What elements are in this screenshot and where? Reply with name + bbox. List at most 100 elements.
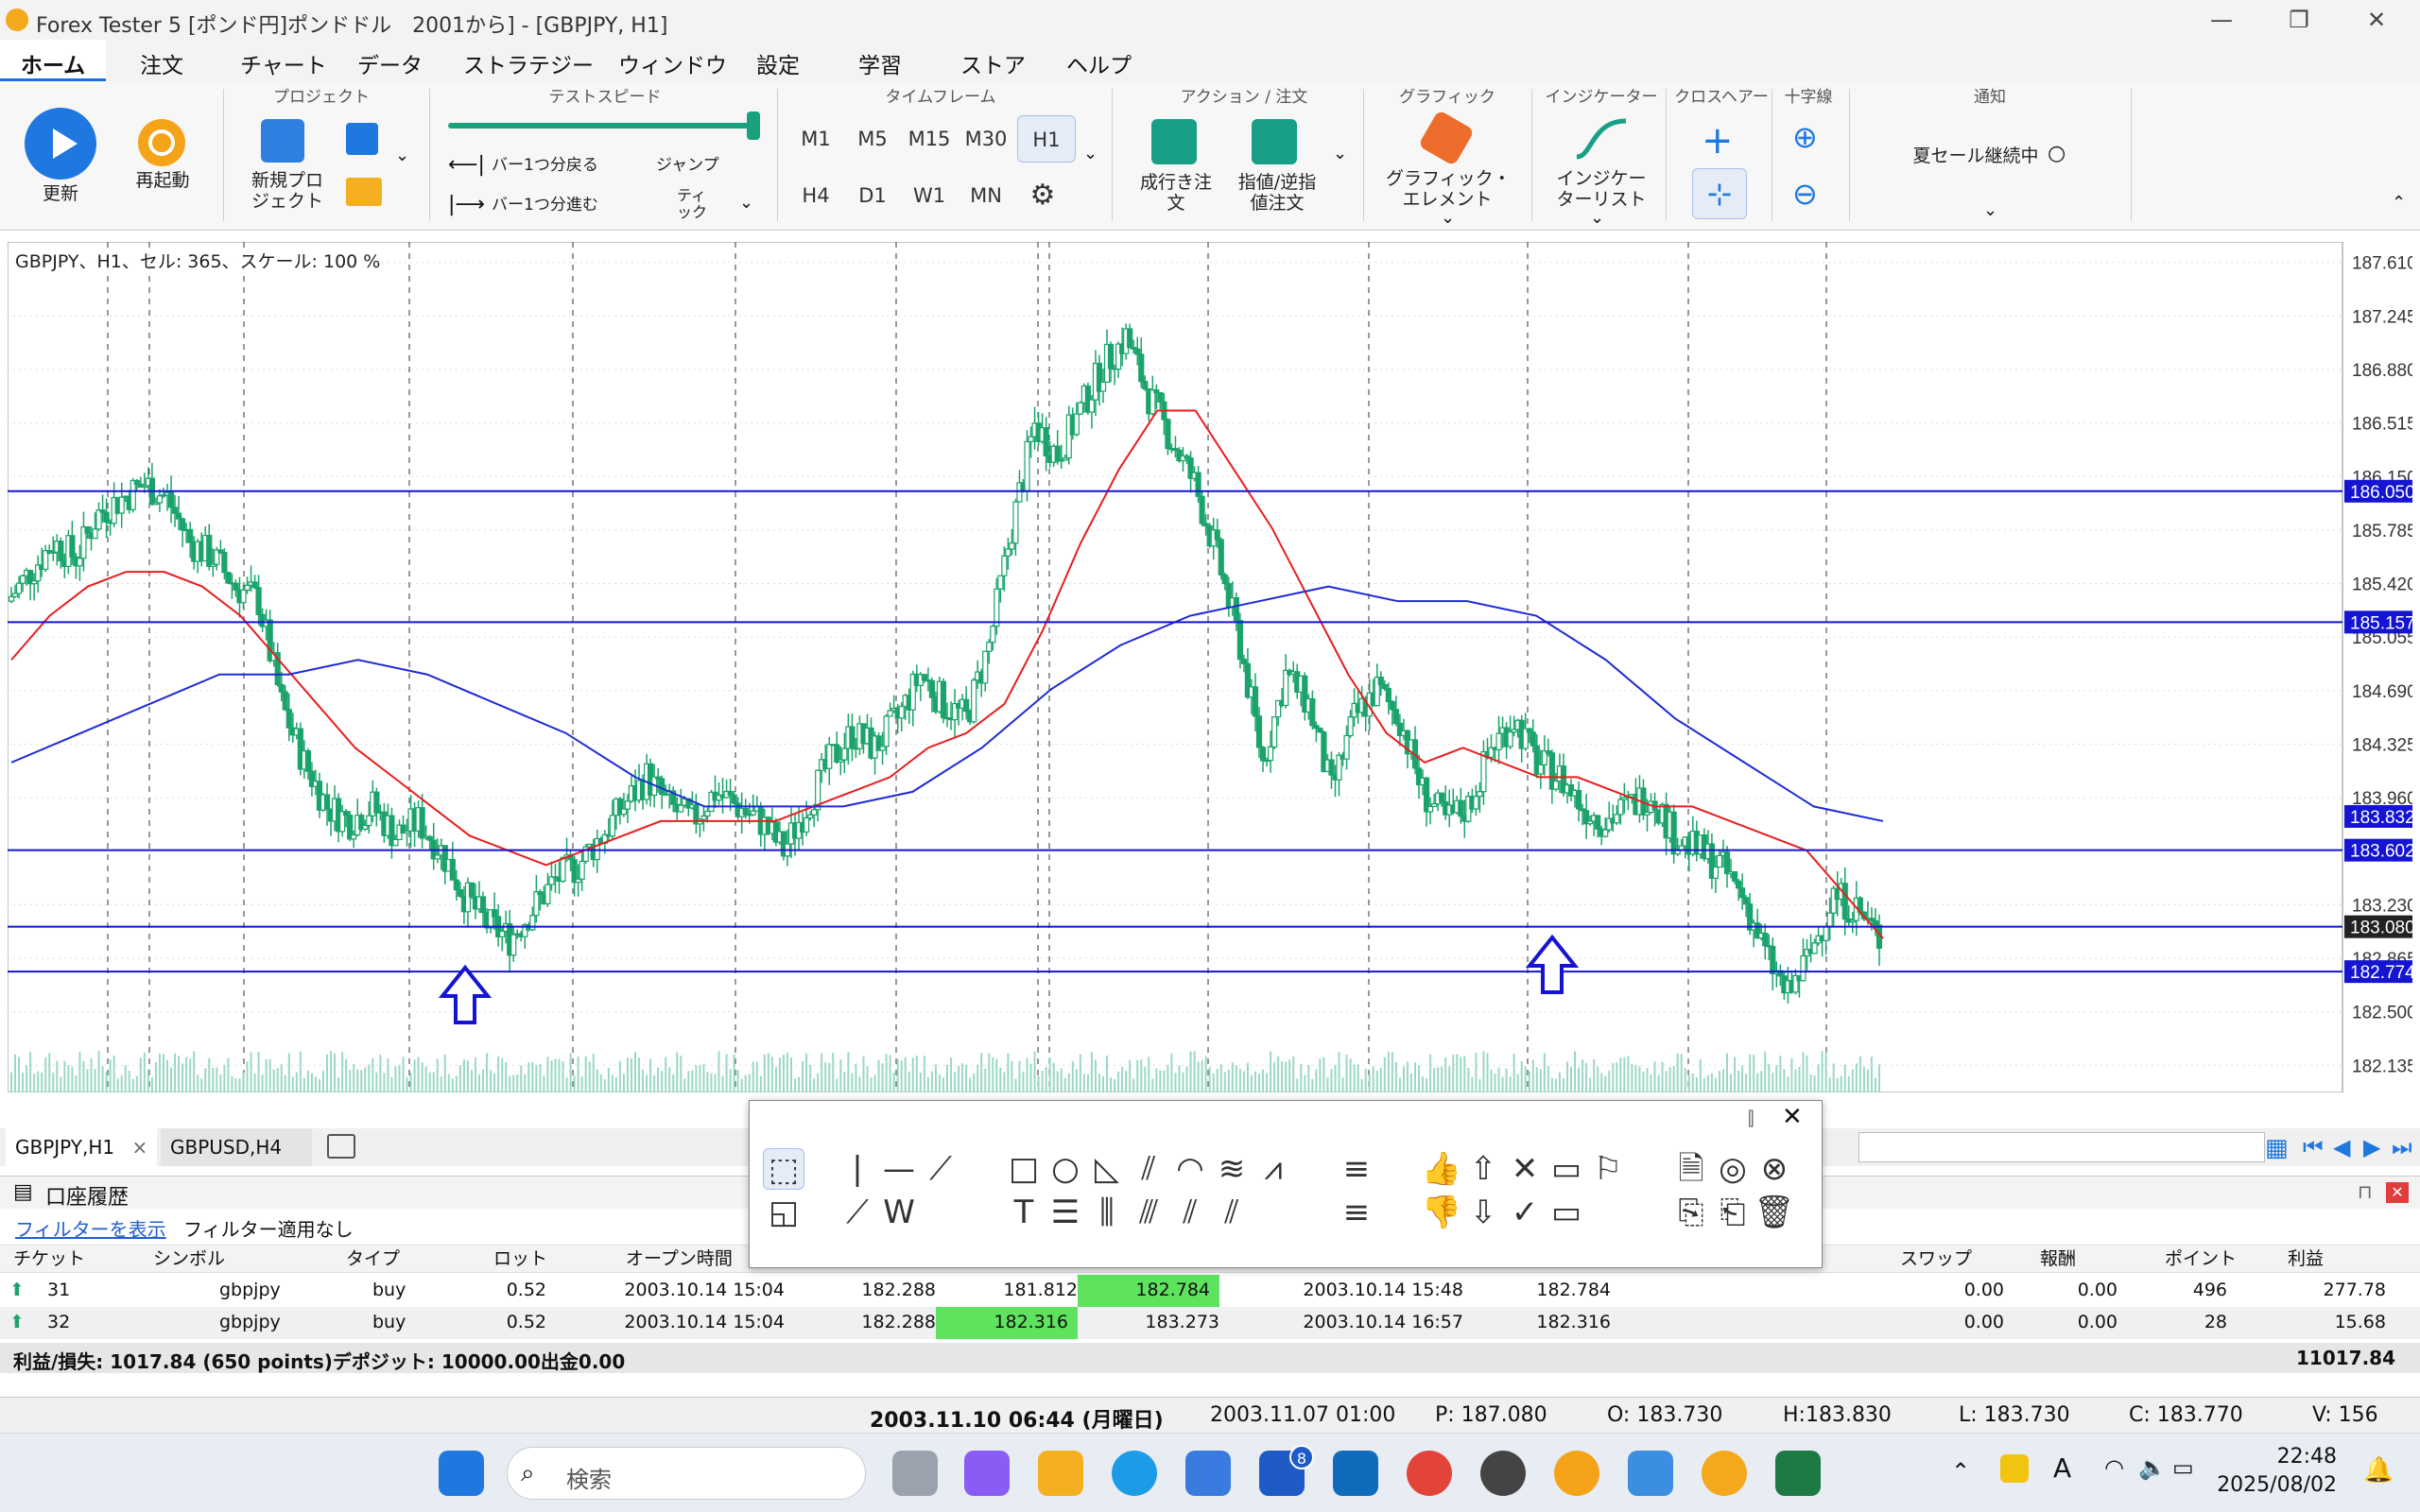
column-header[interactable]: チケット (13, 1246, 85, 1272)
table-row[interactable]: ⬆ 32 gbpjpy buy 0.52 2003.10.14 15:04 182.288 1… (0, 1307, 2420, 1339)
new-project-icon[interactable] (261, 119, 304, 163)
fibo-time-icon[interactable]: ⫼ (1086, 1192, 1128, 1233)
fibo-icon[interactable]: ☰ (1045, 1192, 1086, 1233)
pitchfork-icon[interactable]: ⫻ (1128, 1192, 1169, 1233)
forex-tester-icon[interactable] (1702, 1451, 1747, 1496)
tf-m5[interactable]: M5 (847, 115, 898, 163)
levels2-icon[interactable]: ≡ (1336, 1192, 1377, 1233)
tf-w1[interactable]: W1 (904, 172, 955, 219)
price-label-icon[interactable]: ▭ (1546, 1192, 1587, 1233)
column-header[interactable]: オープン時間 (626, 1246, 733, 1272)
column-header[interactable]: ロット (493, 1246, 547, 1272)
first-bar-icon[interactable]: ⏮ (2303, 1134, 2324, 1160)
column-header[interactable]: タイプ (346, 1246, 400, 1272)
column-header[interactable]: シンボル (153, 1246, 225, 1272)
folder-icon[interactable] (346, 178, 382, 206)
cursor-icon[interactable]: ⬚ (763, 1148, 804, 1190)
graphic-elements-label[interactable]: グラフィック・ エレメント (1386, 168, 1511, 210)
task-view-icon[interactable] (892, 1451, 938, 1496)
restart-icon[interactable] (138, 119, 185, 166)
edge-icon[interactable] (1112, 1451, 1157, 1496)
rectangle-icon[interactable]: □ (1003, 1148, 1045, 1190)
triangle-icon[interactable]: ◺ (1086, 1148, 1128, 1190)
column-header[interactable]: 報酬 (2040, 1246, 2076, 1272)
tab-gbpjpy-h1[interactable]: GBPJPY,H1 × (6, 1128, 158, 1166)
pencil-icon[interactable] (1417, 109, 1476, 167)
menu-chart[interactable]: チャート (236, 47, 331, 79)
menu-strategy[interactable]: ストラテジー (459, 47, 597, 79)
zoom-in-icon[interactable]: ⊕ (1792, 119, 1818, 155)
target-icon[interactable]: ◎ (1712, 1148, 1754, 1190)
clock-time[interactable]: 22:48 (2233, 1445, 2337, 1469)
clock-date[interactable]: 2025/08/02 (2203, 1473, 2337, 1497)
chevron-down-icon[interactable]: ⌄ (1983, 200, 1997, 220)
save-template-icon[interactable]: ⎘ (1670, 1192, 1712, 1233)
load-template-icon[interactable]: ⎗ (1712, 1192, 1754, 1233)
battery-icon[interactable]: ▭ (2172, 1454, 2194, 1481)
tf-h1[interactable]: H1 (1017, 115, 1076, 163)
channel-icon[interactable]: ⫽ (1128, 1148, 1169, 1190)
ime-icon[interactable]: A (2053, 1452, 2071, 1484)
chevron-down-icon[interactable]: ⌄ (1333, 144, 1347, 163)
speed-lines-icon[interactable]: ⫽ (1211, 1192, 1253, 1233)
next-bar-icon[interactable]: ▶ (2363, 1134, 2380, 1160)
levels-icon[interactable]: ≡ (1336, 1148, 1377, 1190)
maximize-button[interactable]: ❐ (2271, 4, 2327, 36)
tick-label[interactable]: ティ ック (677, 187, 707, 221)
arrow-down-icon[interactable]: ⇩ (1462, 1192, 1504, 1233)
chevron-down-icon[interactable]: ⌄ (1590, 208, 1604, 228)
table-row[interactable]: ⬆ 31 gbpjpy buy 0.52 2003.10.14 15:04 182.288 1… (0, 1275, 2420, 1307)
chart-canvas[interactable]: 187.610187.245186.880186.515186.150185.7… (7, 241, 2417, 1117)
label-icon[interactable]: ▭ (1546, 1148, 1587, 1190)
menu-help[interactable]: ヘルプ (1063, 47, 1135, 79)
text-icon[interactable]: T (1003, 1192, 1045, 1233)
zoom-out-icon[interactable]: ⊖ (1792, 176, 1818, 212)
vertical-line-icon[interactable]: | (837, 1148, 878, 1190)
thumbs-up-icon[interactable]: 👍 (1421, 1148, 1462, 1190)
step-back-icon[interactable]: ⟵| (448, 153, 485, 177)
prev-bar-icon[interactable]: ◀ (2333, 1134, 2350, 1160)
update-play-icon[interactable] (25, 108, 96, 180)
note-icon[interactable]: 🗎 (1670, 1148, 1712, 1190)
copilot-icon[interactable] (964, 1451, 1010, 1496)
menu-data[interactable]: データ (354, 47, 426, 79)
notify-text[interactable]: 夏セール継続中 (1891, 146, 2061, 166)
check-icon[interactable]: ✓ (1504, 1192, 1546, 1233)
crosshair-move-icon[interactable]: ⊹ (1692, 168, 1747, 219)
crosshair-icon[interactable]: + (1702, 119, 1734, 163)
tab-gbpusd-h4[interactable]: GBPUSD,H4 (161, 1128, 312, 1166)
notification-icon[interactable]: 🔔 (2363, 1456, 2394, 1485)
explorer-icon[interactable] (1038, 1451, 1083, 1496)
show-filter-link[interactable]: フィルターを表示 (15, 1214, 166, 1242)
chevron-down-icon[interactable]: ⌄ (739, 193, 753, 213)
speed-slider-track[interactable] (448, 123, 760, 129)
save-icon[interactable] (346, 123, 378, 155)
tf-h4[interactable]: H4 (790, 172, 841, 219)
chevron-up-icon[interactable]: ⌃ (1951, 1458, 1970, 1485)
pin-icon[interactable]: ⊓ (2358, 1180, 2373, 1203)
menu-store[interactable]: ストア (957, 47, 1029, 79)
tray-app-icon[interactable] (2000, 1454, 2029, 1483)
cross-icon[interactable]: ✕ (1504, 1148, 1546, 1190)
indicator-icon[interactable] (1573, 115, 1630, 166)
column-header[interactable]: 利益 (2288, 1246, 2324, 1272)
scroll-search-box[interactable] (1858, 1132, 2265, 1162)
chevron-down-icon[interactable]: ⌄ (1083, 144, 1098, 163)
wave-w-icon[interactable]: W (878, 1192, 920, 1233)
tf-m1[interactable]: M1 (790, 115, 841, 163)
horizontal-line-icon[interactable]: — (878, 1148, 920, 1190)
close-panel-icon[interactable]: ✕ (2386, 1182, 2409, 1203)
store-icon[interactable] (1185, 1451, 1231, 1496)
step-forward-label[interactable]: バー1つ分進む (492, 195, 598, 215)
tf-m30[interactable]: M30 (960, 115, 1011, 163)
gear-icon[interactable]: ⚙ (1017, 172, 1068, 219)
new-window-icon[interactable] (327, 1134, 355, 1159)
menu-order[interactable]: 注文 (136, 47, 187, 79)
tf-m15[interactable]: M15 (904, 115, 955, 163)
close-window-button[interactable]: ✕ (2348, 4, 2405, 36)
fan-icon[interactable]: ≋ (1211, 1148, 1253, 1190)
toolbar-close-icon[interactable]: ✕ (1782, 1103, 1803, 1131)
zigzag-icon[interactable]: ⩘ (1253, 1148, 1294, 1190)
page-icon[interactable]: ◱ (763, 1192, 804, 1233)
wifi-icon[interactable]: ◠ (2104, 1454, 2124, 1481)
